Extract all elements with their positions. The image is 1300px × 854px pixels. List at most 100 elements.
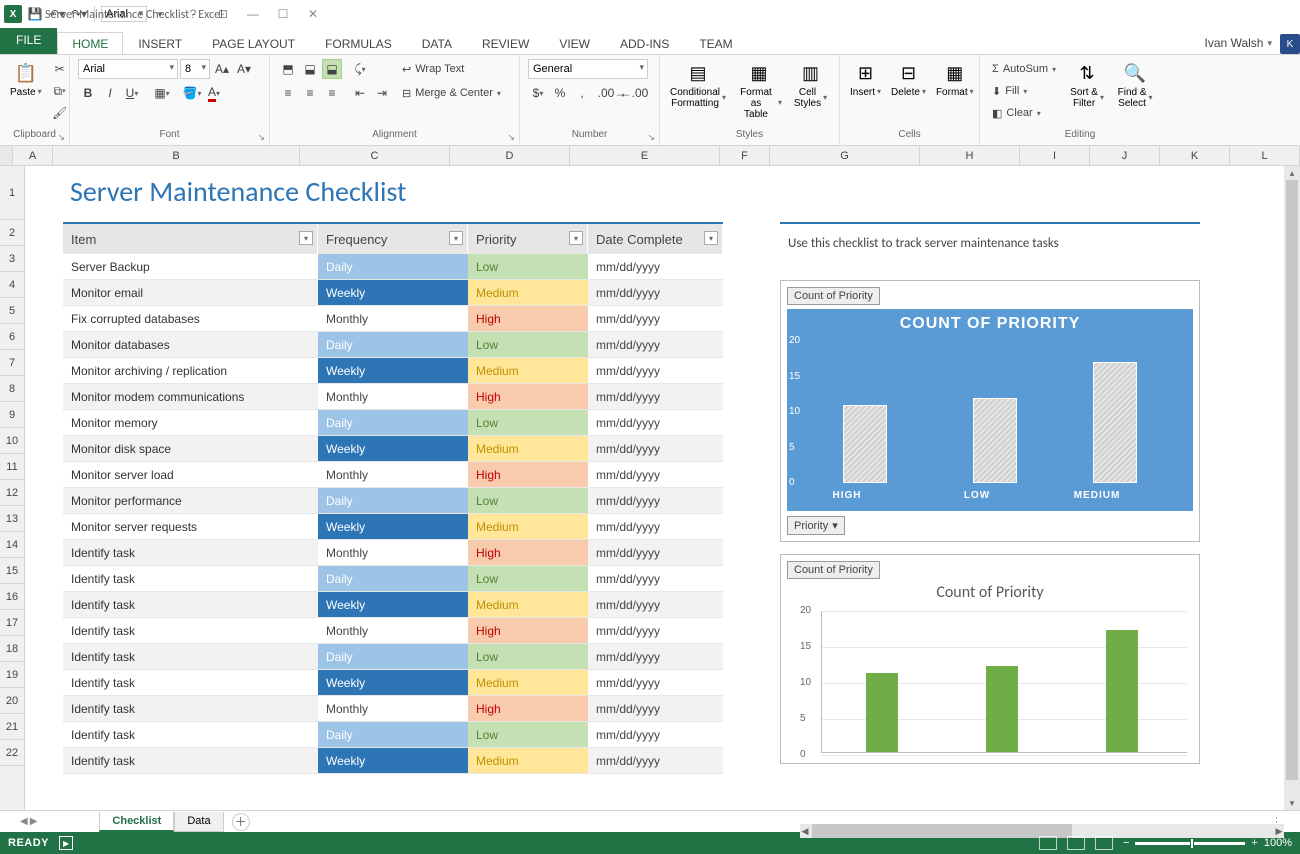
table-row[interactable]: Identify taskDailyLowmm/dd/yyyy xyxy=(63,644,723,670)
percent-format-icon[interactable]: % xyxy=(550,83,570,103)
cell-priority[interactable]: High xyxy=(468,306,588,331)
cell-item[interactable]: Monitor modem communications xyxy=(63,384,318,409)
cell-item[interactable]: Monitor memory xyxy=(63,410,318,435)
cell-date[interactable]: mm/dd/yyyy xyxy=(588,540,723,565)
cell-date[interactable]: mm/dd/yyyy xyxy=(588,410,723,435)
header-item[interactable]: Item▾ xyxy=(63,224,318,254)
table-row[interactable]: Monitor server requestsWeeklyMediummm/dd… xyxy=(63,514,723,540)
cell-priority[interactable]: Low xyxy=(468,410,588,435)
sort-filter-button[interactable]: ⇅Sort & Filter▾ xyxy=(1066,59,1108,111)
cell-item[interactable]: Identify task xyxy=(63,722,318,747)
ribbon-tab-insert[interactable]: INSERT xyxy=(123,32,197,54)
header-priority[interactable]: Priority▾ xyxy=(468,224,588,254)
bold-button[interactable]: B xyxy=(78,83,98,103)
row-header[interactable]: 14 xyxy=(0,532,24,558)
table-row[interactable]: Identify taskWeeklyMediummm/dd/yyyy xyxy=(63,592,723,618)
cell-frequency[interactable]: Weekly xyxy=(318,514,468,539)
macro-record-icon[interactable]: ▶ xyxy=(59,836,73,850)
row-header[interactable]: 11 xyxy=(0,454,24,480)
zoom-in-icon[interactable]: + xyxy=(1251,837,1257,849)
cell-item[interactable]: Fix corrupted databases xyxy=(63,306,318,331)
autosum-button[interactable]: ΣAutoSum▾ xyxy=(988,59,1060,79)
close-icon[interactable]: ✕ xyxy=(301,4,325,24)
font-size-combo[interactable]: 8 xyxy=(180,59,210,79)
ribbon-tab-review[interactable]: REVIEW xyxy=(467,32,544,54)
table-row[interactable]: Monitor server loadMonthlyHighmm/dd/yyyy xyxy=(63,462,723,488)
column-header[interactable]: L xyxy=(1230,146,1300,165)
worksheet-area[interactable]: 12345678910111213141516171819202122 Serv… xyxy=(0,166,1300,810)
user-badge[interactable]: K xyxy=(1280,34,1300,54)
cell-priority[interactable]: Medium xyxy=(468,670,588,695)
bar[interactable] xyxy=(986,666,1018,752)
font-color-button[interactable]: A▾ xyxy=(204,83,224,103)
delete-button[interactable]: ⊟Delete▾ xyxy=(889,59,928,100)
page-break-view-icon[interactable] xyxy=(1095,836,1113,850)
table-row[interactable]: Monitor memoryDailyLowmm/dd/yyyy xyxy=(63,410,723,436)
fill-button[interactable]: ⬇Fill▾ xyxy=(988,81,1060,101)
cell-item[interactable]: Monitor disk space xyxy=(63,436,318,461)
cell-item[interactable]: Identify task xyxy=(63,696,318,721)
cell-item[interactable]: Monitor archiving / replication xyxy=(63,358,318,383)
row-header[interactable]: 15 xyxy=(0,558,24,584)
cell-priority[interactable]: Low xyxy=(468,254,588,279)
fill-color-button[interactable]: 🪣▾ xyxy=(182,83,202,103)
cell-priority[interactable]: Low xyxy=(468,644,588,669)
cell-date[interactable]: mm/dd/yyyy xyxy=(588,358,723,383)
cell-item[interactable]: Identify task xyxy=(63,566,318,591)
italic-button[interactable]: I xyxy=(100,83,120,103)
cell-date[interactable]: mm/dd/yyyy xyxy=(588,488,723,513)
page-layout-view-icon[interactable] xyxy=(1067,836,1085,850)
number-format-combo[interactable]: General xyxy=(528,59,648,79)
cell-frequency[interactable]: Weekly xyxy=(318,436,468,461)
cell-frequency[interactable]: Daily xyxy=(318,488,468,513)
cell-frequency[interactable]: Monthly xyxy=(318,696,468,721)
format-painter-icon[interactable]: 🖌 xyxy=(50,103,70,123)
table-row[interactable]: Identify taskMonthlyHighmm/dd/yyyy xyxy=(63,540,723,566)
row-header[interactable]: 10 xyxy=(0,428,24,454)
align-right-icon[interactable]: ≡ xyxy=(322,83,342,103)
column-header[interactable]: D xyxy=(450,146,570,165)
table-row[interactable]: Identify taskWeeklyMediummm/dd/yyyy xyxy=(63,670,723,696)
cell-date[interactable]: mm/dd/yyyy xyxy=(588,384,723,409)
cell-item[interactable]: Identify task xyxy=(63,592,318,617)
table-row[interactable]: Identify taskWeeklyMediummm/dd/yyyy xyxy=(63,748,723,774)
cell-date[interactable]: mm/dd/yyyy xyxy=(588,280,723,305)
cell-frequency[interactable]: Daily xyxy=(318,722,468,747)
cell-frequency[interactable]: Daily xyxy=(318,566,468,591)
grow-font-icon[interactable]: A▴ xyxy=(212,59,232,79)
cell-priority[interactable]: High xyxy=(468,384,588,409)
cell-item[interactable]: Identify task xyxy=(63,618,318,643)
ribbon-tab-team[interactable]: TEAM xyxy=(684,32,747,54)
insert-button[interactable]: ⊞Insert▾ xyxy=(848,59,883,100)
cell-priority[interactable]: Low xyxy=(468,722,588,747)
wrap-text-button[interactable]: ↩Wrap Text xyxy=(398,59,505,79)
ribbon-tab-page-layout[interactable]: PAGE LAYOUT xyxy=(197,32,310,54)
column-header[interactable]: J xyxy=(1090,146,1160,165)
cell-frequency[interactable]: Monthly xyxy=(318,540,468,565)
shrink-font-icon[interactable]: A▾ xyxy=(234,59,254,79)
cell-date[interactable]: mm/dd/yyyy xyxy=(588,592,723,617)
row-header[interactable]: 16 xyxy=(0,584,24,610)
cell-frequency[interactable]: Daily xyxy=(318,410,468,435)
cell-frequency[interactable]: Weekly xyxy=(318,280,468,305)
number-launcher-icon[interactable]: ↘ xyxy=(647,132,655,143)
cell-item[interactable]: Monitor email xyxy=(63,280,318,305)
zoom-level[interactable]: 100% xyxy=(1264,837,1292,849)
cell-item[interactable]: Monitor performance xyxy=(63,488,318,513)
bar[interactable] xyxy=(866,673,898,752)
cell-date[interactable]: mm/dd/yyyy xyxy=(588,254,723,279)
cell-priority[interactable]: Medium xyxy=(468,748,588,773)
table-row[interactable]: Identify taskMonthlyHighmm/dd/yyyy xyxy=(63,696,723,722)
cell-frequency[interactable]: Daily xyxy=(318,254,468,279)
cell-priority[interactable]: Medium xyxy=(468,358,588,383)
column-header[interactable]: A xyxy=(13,146,53,165)
header-frequency[interactable]: Frequency▾ xyxy=(318,224,468,254)
conditional-formatting-button[interactable]: ▤Conditional Formatting▾ xyxy=(668,59,728,111)
find-select-button[interactable]: 🔍Find & Select▾ xyxy=(1114,59,1156,111)
table-row[interactable]: Monitor modem communicationsMonthlyHighm… xyxy=(63,384,723,410)
save-icon[interactable]: 💾 xyxy=(26,5,44,23)
cell-item[interactable]: Identify task xyxy=(63,644,318,669)
merge-center-button[interactable]: ⊟Merge & Center▾ xyxy=(398,83,505,103)
chart-legend-priority[interactable]: Priority▾ xyxy=(787,516,845,535)
table-row[interactable]: Fix corrupted databasesMonthlyHighmm/dd/… xyxy=(63,306,723,332)
